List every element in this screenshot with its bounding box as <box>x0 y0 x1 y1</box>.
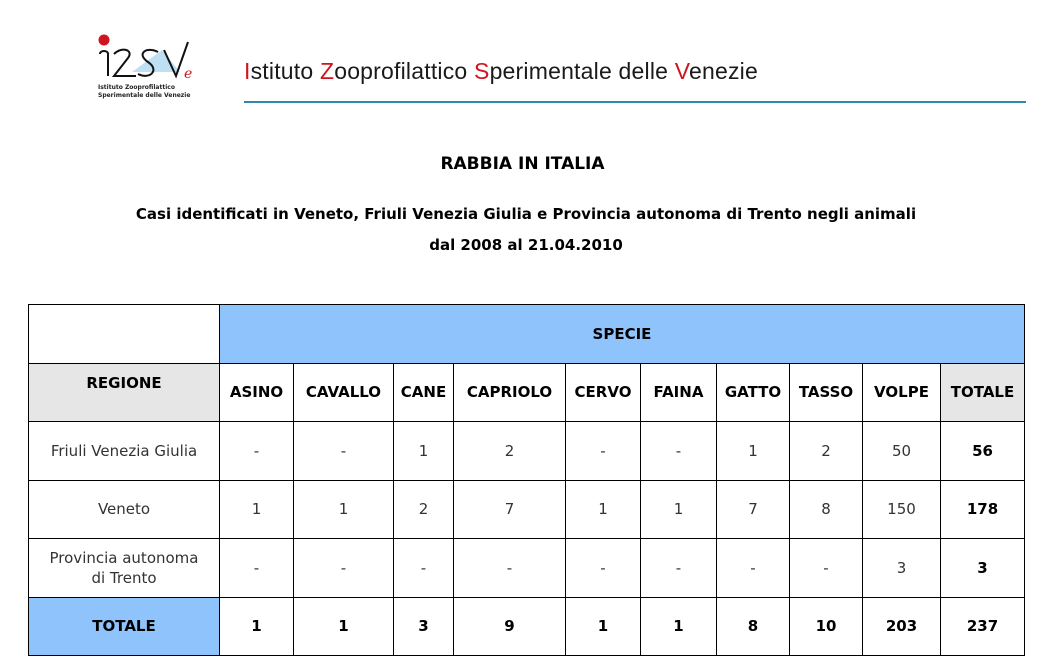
total-row-label: TOTALE <box>28 596 220 656</box>
total-cell: 1 <box>293 596 394 656</box>
column-header: CANE <box>393 362 454 422</box>
logo-subtitle-line2: Sperimentale delle Venezie <box>98 92 191 99</box>
institute-word: perimentale delle <box>489 58 675 84</box>
table-cell: 2 <box>789 421 863 481</box>
column-header: VOLPE <box>862 362 941 422</box>
institute-name: Istituto Zooprofilattico Sperimentale de… <box>244 58 758 85</box>
header-divider <box>244 101 1026 103</box>
table-cell: 1 <box>393 421 454 481</box>
document-date-range: dal 2008 al 21.04.2010 <box>429 236 623 254</box>
institute-initial: I <box>244 58 251 84</box>
column-header: TASSO <box>789 362 863 422</box>
table-row: Friuli Venezia Giulia - - 1 2 - - 1 2 50… <box>28 421 1025 481</box>
column-header: CAVALLO <box>293 362 394 422</box>
document-subtitle: Casi identificati in Veneto, Friuli Vene… <box>135 205 917 223</box>
table-cell: - <box>716 538 790 598</box>
table-cell: 1 <box>293 479 394 539</box>
total-cell: 3 <box>393 596 454 656</box>
table-cell: - <box>565 421 641 481</box>
table-cell: 7 <box>716 479 790 539</box>
table-cell: 1 <box>565 479 641 539</box>
table-cell: 2 <box>393 479 454 539</box>
column-header: CAPRIOLO <box>453 362 566 422</box>
column-header: FAINA <box>640 362 717 422</box>
total-cell: 1 <box>565 596 641 656</box>
institute-word: stituto <box>250 58 320 84</box>
institute-word: ooprofilattico <box>334 58 475 84</box>
table-cell: - <box>640 421 717 481</box>
total-cell: 1 <box>219 596 294 656</box>
table-cell: - <box>453 538 566 598</box>
region-name: Provincia autonoma di Trento <box>28 538 220 598</box>
total-cell: 9 <box>453 596 566 656</box>
table-cell: 1 <box>219 479 294 539</box>
table-row: Veneto 1 1 2 7 1 1 7 8 150 178 <box>28 479 1025 539</box>
region-header: REGIONE <box>28 362 220 422</box>
izsve-logo-icon: e <box>98 34 192 82</box>
total-cell: 203 <box>862 596 941 656</box>
table-cell: 1 <box>716 421 790 481</box>
table-cell: - <box>393 538 454 598</box>
row-total-cell: 56 <box>940 421 1025 481</box>
table-cell: - <box>293 421 394 481</box>
document-title: RABBIA IN ITALIA <box>440 154 605 174</box>
table-cell: 8 <box>789 479 863 539</box>
column-header: ASINO <box>219 362 294 422</box>
column-header: CERVO <box>565 362 641 422</box>
institute-initial: V <box>674 58 689 84</box>
table-cell: 7 <box>453 479 566 539</box>
column-header-row: REGIONE ASINO CAVALLO CANE CAPRIOLO CERV… <box>28 362 1025 422</box>
total-cell: 1 <box>640 596 717 656</box>
table-cell: - <box>640 538 717 598</box>
svg-text:e: e <box>184 66 192 82</box>
total-cell: 8 <box>716 596 790 656</box>
rabies-cases-table: SPECIE REGIONE ASINO CAVALLO CANE CAPRIO… <box>28 304 1025 656</box>
table-cell: - <box>293 538 394 598</box>
table-cell: 1 <box>640 479 717 539</box>
total-row: TOTALE 1 1 3 9 1 1 8 10 203 237 <box>28 596 1025 656</box>
table-cell: - <box>219 421 294 481</box>
region-name: Friuli Venezia Giulia <box>28 421 220 481</box>
table-cell: - <box>789 538 863 598</box>
table-cell: 3 <box>862 538 941 598</box>
institute-initial: S <box>474 58 490 84</box>
institute-logo: e Istituto Zooprofilattico Sperimentale … <box>92 32 200 102</box>
institute-word: enezie <box>689 58 758 84</box>
table-row: Provincia autonoma di Trento - - - - - -… <box>28 538 1025 598</box>
row-total-cell: 3 <box>940 538 1025 598</box>
empty-corner-cell <box>28 304 220 364</box>
logo-subtitle-line1: Istituto Zooprofilattico <box>98 84 175 91</box>
table-cell: - <box>219 538 294 598</box>
table-cell: 50 <box>862 421 941 481</box>
total-column-header: TOTALE <box>940 362 1025 422</box>
table-cell: - <box>565 538 641 598</box>
total-cell: 10 <box>789 596 863 656</box>
species-group-header: SPECIE <box>219 304 1025 364</box>
institute-initial: Z <box>319 58 335 84</box>
table-cell: 150 <box>862 479 941 539</box>
column-header: GATTO <box>716 362 790 422</box>
row-total-cell: 178 <box>940 479 1025 539</box>
group-header-row: SPECIE <box>28 304 1025 364</box>
region-name: Veneto <box>28 479 220 539</box>
grand-total-cell: 237 <box>940 596 1025 656</box>
table-cell: 2 <box>453 421 566 481</box>
